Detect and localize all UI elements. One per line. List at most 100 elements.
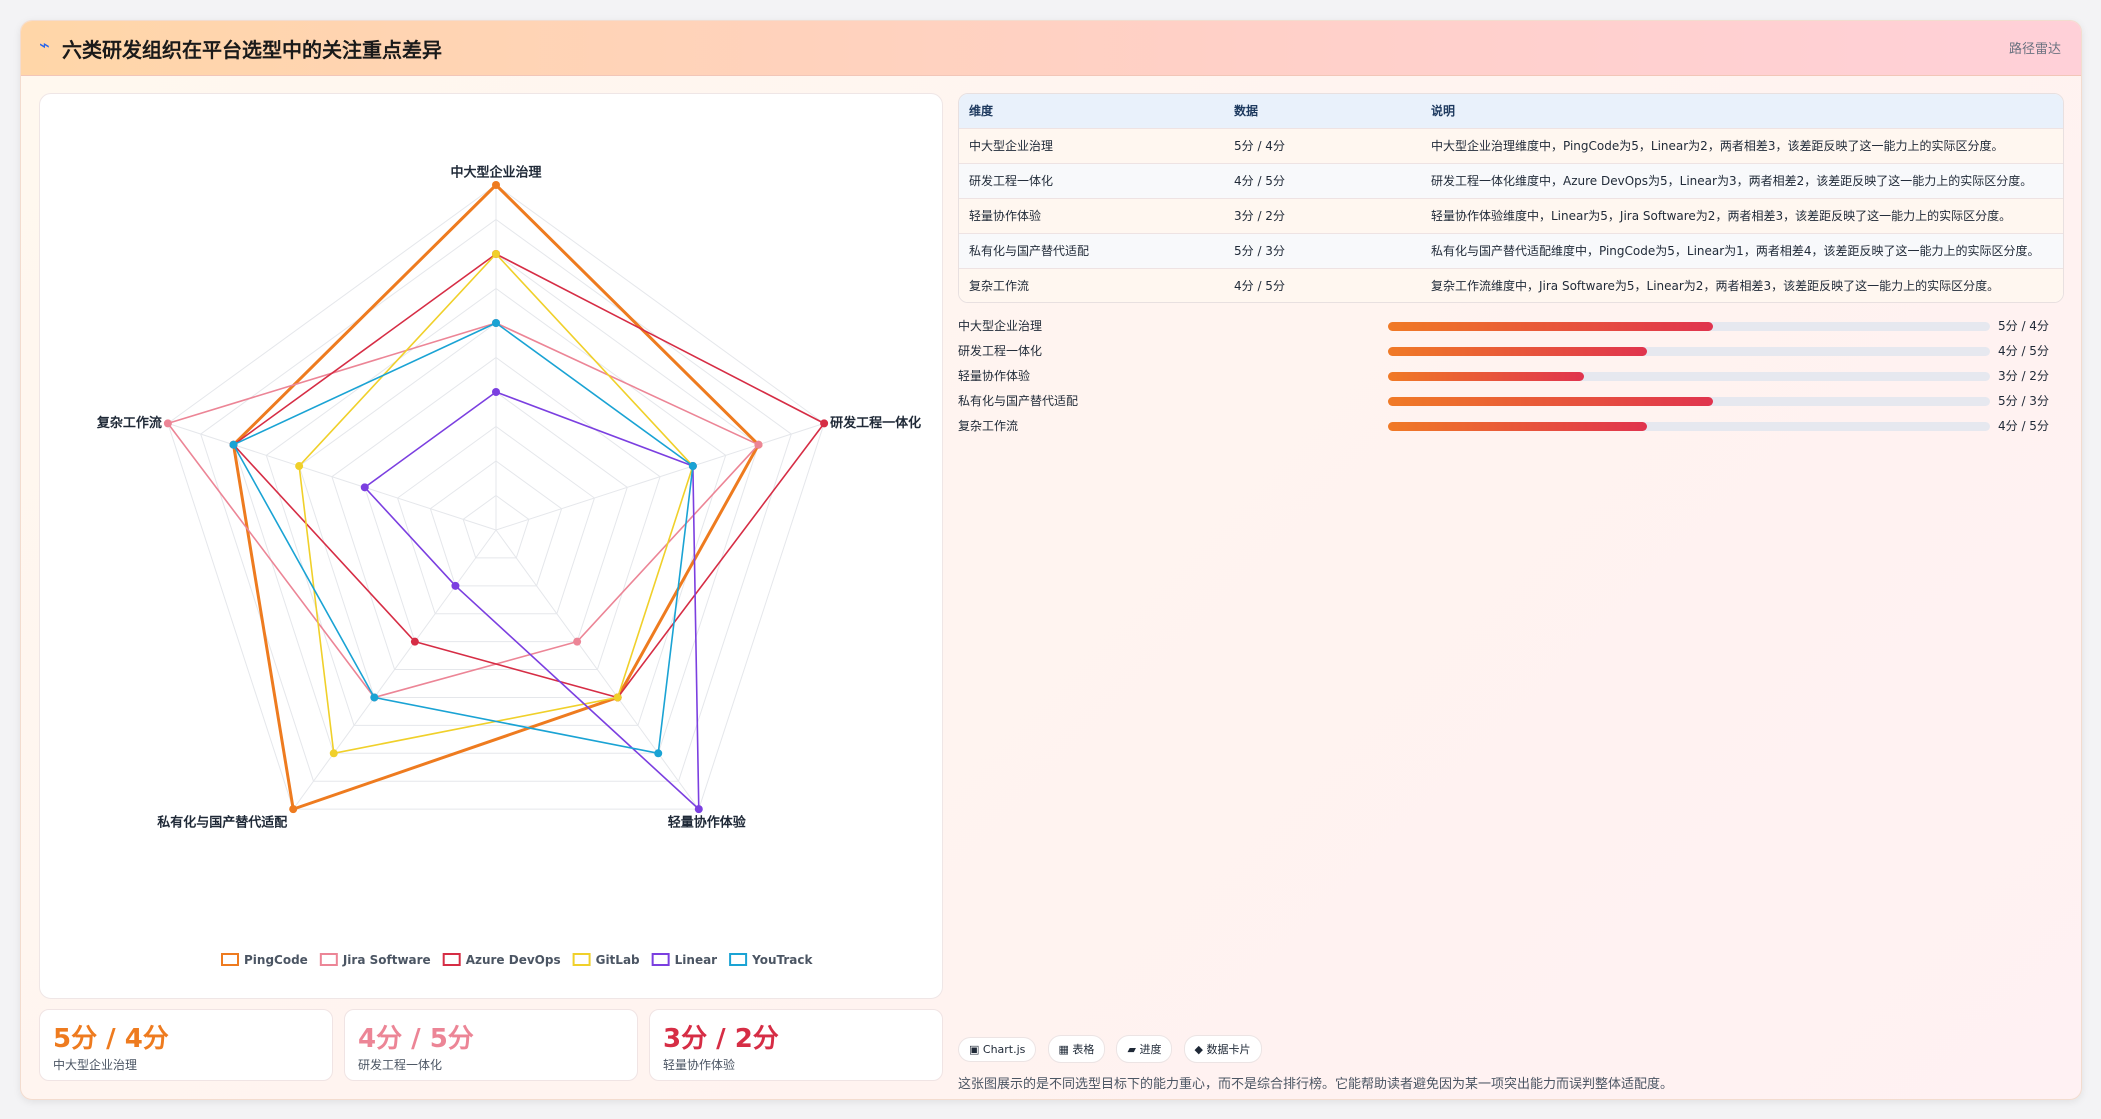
progress-fill [1388, 422, 1647, 431]
legend-label: GitLab [596, 953, 640, 967]
data-point [360, 483, 369, 492]
data-point [573, 637, 582, 646]
progress-track [1388, 372, 1990, 381]
legend-label: Linear [675, 953, 718, 967]
tech-pills: ▣ Chart.js ▦ 表格 ▰ 进度 ◆ 数据卡片 [958, 1035, 1268, 1063]
pill-table[interactable]: ▦ 表格 [1047, 1035, 1106, 1063]
progress-row: 研发工程一体化 4分 / 5分 [958, 338, 2062, 363]
kpi-value: 5分 / 4分 [53, 1024, 169, 1054]
table-cell: 5分 / 4分 [1234, 139, 1285, 153]
axis-label: 中大型企业治理 [450, 165, 541, 181]
data-point [451, 581, 460, 590]
bolt-icon: ⌁ [39, 35, 50, 56]
axis-label: 私有化与国产替代适配 [157, 815, 287, 831]
data-point [289, 805, 298, 814]
radar-spoke [495, 422, 825, 531]
legend-swatch [729, 953, 748, 966]
progress-list: 中大型企业治理 5分 / 4分 研发工程一体化 4分 / 5分 轻量协作体验 3… [958, 313, 2062, 438]
column-header: 说明 [1431, 104, 1456, 119]
data-point [295, 462, 304, 471]
progress-row: 中大型企业治理 5分 / 4分 [958, 313, 2062, 338]
legend-swatch [319, 953, 338, 966]
table-cell: 复杂工作流维度中，Jira Software为5，Linear为2，两者相差3，… [1431, 279, 2000, 294]
progress-row: 复杂工作流 4分 / 5分 [958, 413, 2062, 438]
progress-label: 研发工程一体化 [958, 344, 1043, 358]
progress-row: 私有化与国产替代适配 5分 / 3分 [958, 388, 2062, 413]
table-cell: 研发工程一体化维度中，Azure DevOps为5，Linear为3，两者相差2… [1431, 174, 2033, 188]
progress-value: 4分 / 5分 [1998, 419, 2049, 433]
legend-swatch [651, 953, 670, 966]
progress-label: 中大型企业治理 [958, 319, 1043, 333]
progress-label: 轻量协作体验 [958, 369, 1031, 383]
table-cell: 3分 / 2分 [1234, 209, 1285, 223]
table-cell: 轻量协作体验维度中，Linear为5，Jira Software为2，两者相差3… [1431, 209, 2012, 223]
data-point [492, 319, 500, 327]
progress-track [1388, 322, 1990, 331]
legend-label: Azure DevOps [466, 953, 561, 967]
dimension-table: 维度 数据 说明 中大型企业治理 5分 / 4分 中大型企业治理维度中，Ping… [958, 93, 2064, 303]
table-row: 轻量协作体验 3分 / 2分 轻量协作体验维度中，Linear为5，Jira S… [959, 198, 2063, 233]
axis-label: 轻量协作体验 [668, 815, 747, 831]
progress-value: 5分 / 4分 [1998, 319, 2049, 333]
data-point [820, 419, 829, 428]
pill-progress[interactable]: ▰ 进度 [1116, 1035, 1173, 1063]
progress-value: 5分 / 3分 [1998, 394, 2049, 408]
data-point [613, 693, 622, 702]
radar-spoke [167, 422, 497, 531]
footnote: 这张图展示的是不同选型目标下的能力重心，而不是综合排行榜。它能帮助读者避免因为某… [958, 1077, 1674, 1092]
progress-value: 3分 / 2分 [1998, 369, 2049, 383]
axis-label: 复杂工作流 [96, 415, 162, 431]
table-header-row: 维度 数据 说明 [959, 94, 2063, 128]
table-row: 私有化与国产替代适配 5分 / 3分 私有化与国产替代适配维度中，PingCod… [959, 233, 2063, 268]
series-line-azure-devops [232, 253, 825, 699]
kpi-card-3: 3分 / 2分 轻量协作体验 [649, 1009, 943, 1081]
table-cell: 中大型企业治理 [969, 139, 1054, 153]
data-point [492, 181, 500, 189]
legend-swatch [221, 953, 239, 966]
pill-chartjs[interactable]: ▣ Chart.js [958, 1037, 1037, 1062]
progress-fill [1388, 322, 1714, 331]
header-bar: ⌁ 六类研发组织在平台选型中的关注重点差异 路径雷达 [21, 21, 2081, 76]
progress-fill [1388, 397, 1714, 406]
table-cell: 私有化与国产替代适配 [969, 244, 1090, 258]
radar-chart-panel: 中大型企业治理 研发工程一体化 轻量协作体验 私有化与国产替代适配 复杂工作流 PingC… [39, 93, 943, 999]
legend-swatch [442, 953, 461, 966]
table-cell: 复杂工作流 [969, 279, 1030, 294]
table-cell: 4分 / 5分 [1234, 279, 1285, 294]
legend-label: Jira Software [342, 953, 431, 967]
kpi-value: 4分 / 5分 [358, 1024, 474, 1054]
kpi-label: 中大型企业治理 [53, 1058, 138, 1072]
data-point [694, 805, 703, 814]
radar-chart: 中大型企业治理研发工程一体化轻量协作体验 私有化与国产替代适配 复杂工作流 PingC… [96, 165, 921, 968]
kpi-label: 研发工程一体化 [358, 1058, 443, 1072]
column-header: 维度 [969, 104, 994, 119]
progress-label: 复杂工作流 [958, 419, 1019, 433]
kpi-card-2: 4分 / 5分 研发工程一体化 [344, 1009, 638, 1081]
kpi-label: 轻量协作体验 [663, 1058, 736, 1072]
data-point [492, 388, 500, 396]
kpi-card-1: 5分 / 4分 中大型企业治理 [39, 1009, 333, 1081]
table-cell: 私有化与国产替代适配维度中，PingCode为5，Linear为1，两者相差4，… [1431, 244, 2040, 258]
progress-track [1388, 397, 1990, 406]
progress-label: 私有化与国产替代适配 [958, 394, 1079, 408]
table-cell: 轻量协作体验 [969, 209, 1042, 223]
table-cell: 4分 / 5分 [1234, 174, 1285, 188]
header-tag: 路径雷达 [2008, 42, 2061, 57]
data-point [688, 462, 697, 471]
data-point [329, 749, 338, 758]
data-point [754, 440, 763, 449]
legend-swatch [572, 953, 591, 966]
column-header: 数据 [1234, 104, 1259, 119]
kpi-value: 3分 / 2分 [663, 1024, 779, 1054]
data-point [163, 419, 172, 428]
dashboard-card: ⌁ 六类研发组织在平台选型中的关注重点差异 路径雷达 中大型企业治理 研发工程一体… [20, 20, 2082, 1100]
data-point [410, 637, 419, 646]
data-point [654, 749, 663, 758]
data-point [492, 250, 500, 258]
data-point [229, 440, 238, 449]
table-cell: 5分 / 3分 [1234, 244, 1285, 258]
data-point [370, 693, 379, 702]
progress-row: 轻量协作体验 3分 / 2分 [958, 363, 2062, 388]
page-title: 六类研发组织在平台选型中的关注重点差异 [62, 38, 442, 62]
pill-data-card[interactable]: ◆ 数据卡片 [1183, 1035, 1262, 1063]
